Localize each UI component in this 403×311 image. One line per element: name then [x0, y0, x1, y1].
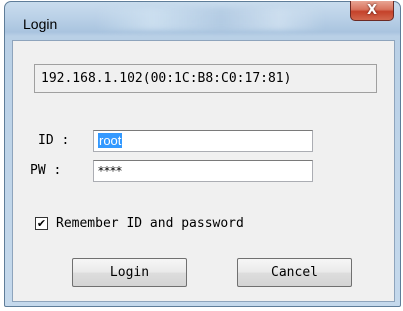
title-bar-background-blur [95, 8, 325, 30]
remember-checkbox-label[interactable]: Remember ID and password [56, 216, 244, 231]
close-button[interactable]: X [350, 1, 394, 21]
password-input[interactable]: **** [93, 160, 313, 182]
check-mark-icon: ✔ [36, 217, 47, 230]
id-label: ID : [38, 133, 70, 148]
cancel-button[interactable]: Cancel [237, 258, 352, 287]
close-icon: X [366, 3, 378, 18]
dialog-client-area: 192.168.1.102(00:1C:B8:C0:17:81) ID : ro… [12, 40, 395, 302]
login-dialog-window: Login X 192.168.1.102(00:1C:B8:C0:17:81)… [4, 1, 401, 307]
title-bar[interactable]: Login X [5, 1, 400, 40]
remember-checkbox[interactable]: ✔ [35, 217, 48, 230]
pw-label: PW : [30, 163, 62, 178]
id-input[interactable]: root [93, 130, 313, 152]
window-title: Login [23, 16, 58, 32]
server-address-display: 192.168.1.102(00:1C:B8:C0:17:81) [34, 64, 377, 93]
login-button[interactable]: Login [72, 258, 187, 287]
id-input-selected-text: root [98, 133, 123, 148]
